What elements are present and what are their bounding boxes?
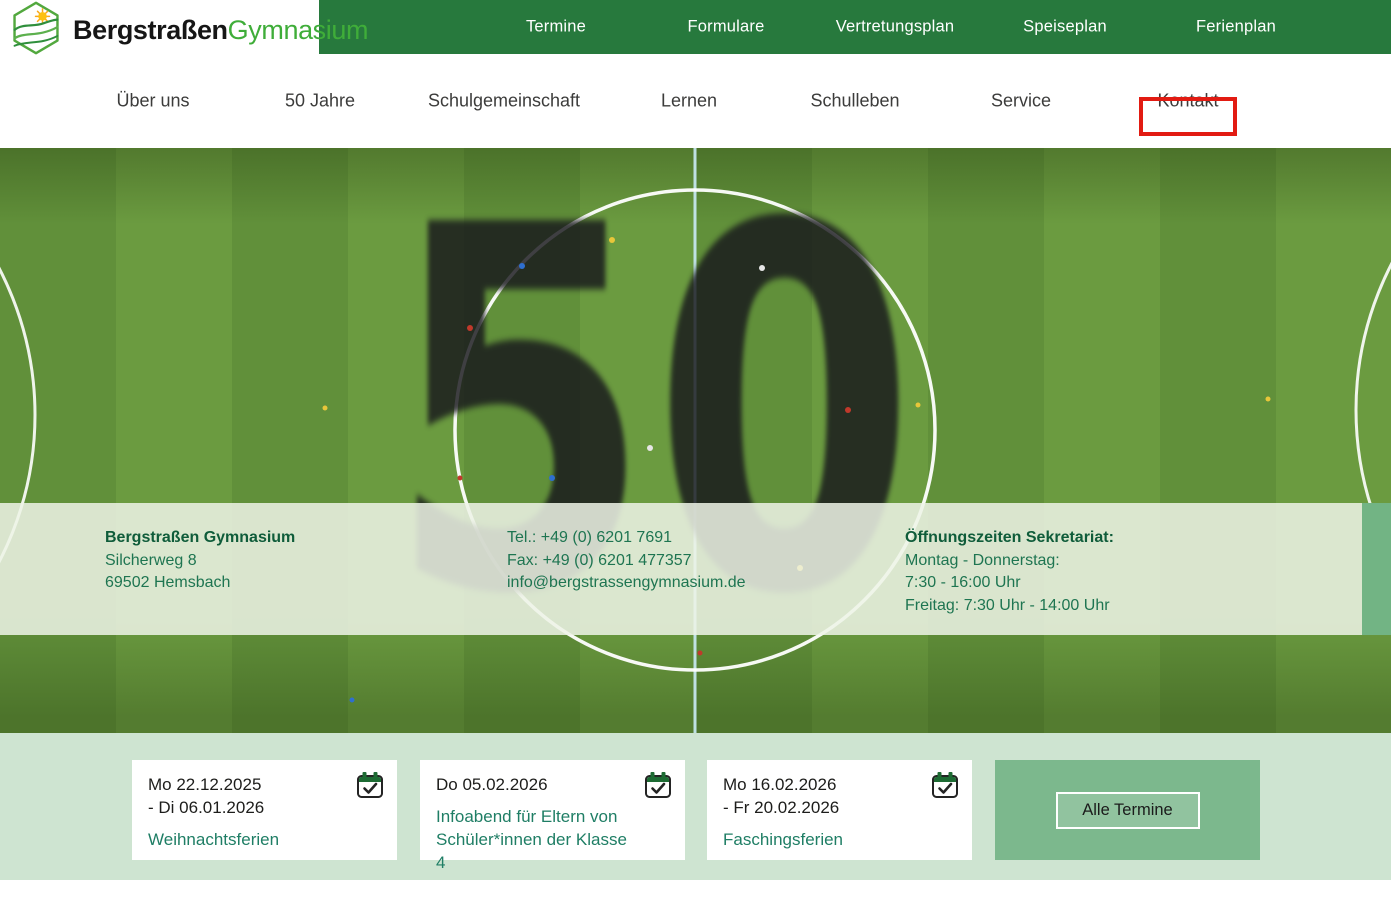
page: Termine Formulare Vertretungsplan Speise… (0, 0, 1391, 920)
phone: Tel.: +49 (0) 6201 7691 (507, 527, 746, 550)
top-nav-formulare[interactable]: Formulare (688, 18, 765, 37)
event-card: Do 05.02.2026 Infoabend für Eltern von S… (420, 760, 685, 860)
office-hours-time: 7:30 - 16:00 Uhr (905, 572, 1114, 595)
city: 69502 Hemsbach (105, 572, 295, 595)
brand-name-light: Gymnasium (228, 15, 368, 45)
top-nav-speiseplan[interactable]: Speiseplan (1023, 18, 1107, 37)
top-nav-termine[interactable]: Termine (526, 18, 586, 37)
event-date-range: Mo 16.02.2026 - Fr 20.02.2026 (723, 773, 924, 819)
main-nav-schulleben[interactable]: Schulleben (810, 91, 899, 112)
event-title-link[interactable]: Infoabend für Eltern von Schüler*innen d… (436, 805, 637, 874)
calendar-check-icon (931, 771, 959, 804)
top-nav-vertretungsplan[interactable]: Vertretungsplan (836, 18, 955, 37)
calendar-check-icon (644, 771, 672, 804)
calendar-check-icon (356, 771, 384, 804)
all-events-button[interactable]: Alle Termine (1056, 792, 1200, 829)
main-nav-schulgemeinschaft[interactable]: Schulgemeinschaft (428, 91, 580, 112)
main-nav-bar: Über uns 50 Jahre Schulgemeinschaft Lern… (0, 54, 1391, 148)
event-date-start: Mo 22.12.2025 (148, 773, 349, 796)
top-nav-bar: Termine Formulare Vertretungsplan Speise… (319, 0, 1391, 54)
school-logo[interactable]: BergstraßenGymnasium (8, 1, 368, 59)
office-hours-title: Öffnungszeiten Sekretariat: (905, 527, 1114, 550)
event-card: Mo 22.12.2025 - Di 06.01.2026 Weihnachts… (132, 760, 397, 860)
hero-image: 50 Bergstraßen Gymnasium Silcherweg 8 69… (0, 148, 1391, 733)
fax: Fax: +49 (0) 6201 477357 (507, 550, 746, 573)
office-hours-friday: Freitag: 7:30 Uhr - 14:00 Uhr (905, 595, 1114, 618)
contact-block: Tel.: +49 (0) 6201 7691 Fax: +49 (0) 620… (507, 527, 746, 595)
office-hours-days: Montag - Donnerstag: (905, 550, 1114, 573)
brand-name: BergstraßenGymnasium (73, 15, 368, 46)
hills-sun-hexagon-icon (8, 0, 64, 61)
brand-name-bold: Bergstraßen (73, 15, 228, 45)
school-name: Bergstraßen Gymnasium (105, 527, 295, 550)
contact-band: Bergstraßen Gymnasium Silcherweg 8 69502… (0, 503, 1362, 635)
event-date-range: Do 05.02.2026 (436, 773, 637, 796)
event-title-link[interactable]: Faschingsferien (723, 828, 924, 851)
event-date-start: Do 05.02.2026 (436, 773, 637, 796)
office-hours-block: Öffnungszeiten Sekretariat: Montag - Don… (905, 527, 1114, 617)
event-date-start: Mo 16.02.2026 (723, 773, 924, 796)
soccer-field-graphic: 50 (0, 148, 1391, 733)
main-nav-kontakt[interactable]: Kontakt (1157, 91, 1218, 112)
street: Silcherweg 8 (105, 550, 295, 573)
event-date-end: - Di 06.01.2026 (148, 796, 349, 819)
events-section: Mo 22.12.2025 - Di 06.01.2026 Weihnachts… (0, 733, 1391, 880)
event-title-link[interactable]: Weihnachtsferien (148, 828, 349, 851)
main-nav-lernen[interactable]: Lernen (661, 91, 717, 112)
email-link[interactable]: info@bergstrassengymnasium.de (507, 572, 746, 595)
top-bar: Termine Formulare Vertretungsplan Speise… (0, 0, 1391, 54)
band-accent-block (1362, 503, 1391, 635)
main-nav-service[interactable]: Service (991, 91, 1051, 112)
main-nav-50-jahre[interactable]: 50 Jahre (285, 91, 355, 112)
address-block: Bergstraßen Gymnasium Silcherweg 8 69502… (105, 527, 295, 595)
main-nav-ueber-uns[interactable]: Über uns (116, 91, 189, 112)
top-nav-ferienplan[interactable]: Ferienplan (1196, 18, 1276, 37)
event-date-end: - Fr 20.02.2026 (723, 796, 924, 819)
event-card: Mo 16.02.2026 - Fr 20.02.2026 Faschingsf… (707, 760, 972, 860)
all-events-panel: Alle Termine (995, 760, 1260, 860)
event-date-range: Mo 22.12.2025 - Di 06.01.2026 (148, 773, 349, 819)
